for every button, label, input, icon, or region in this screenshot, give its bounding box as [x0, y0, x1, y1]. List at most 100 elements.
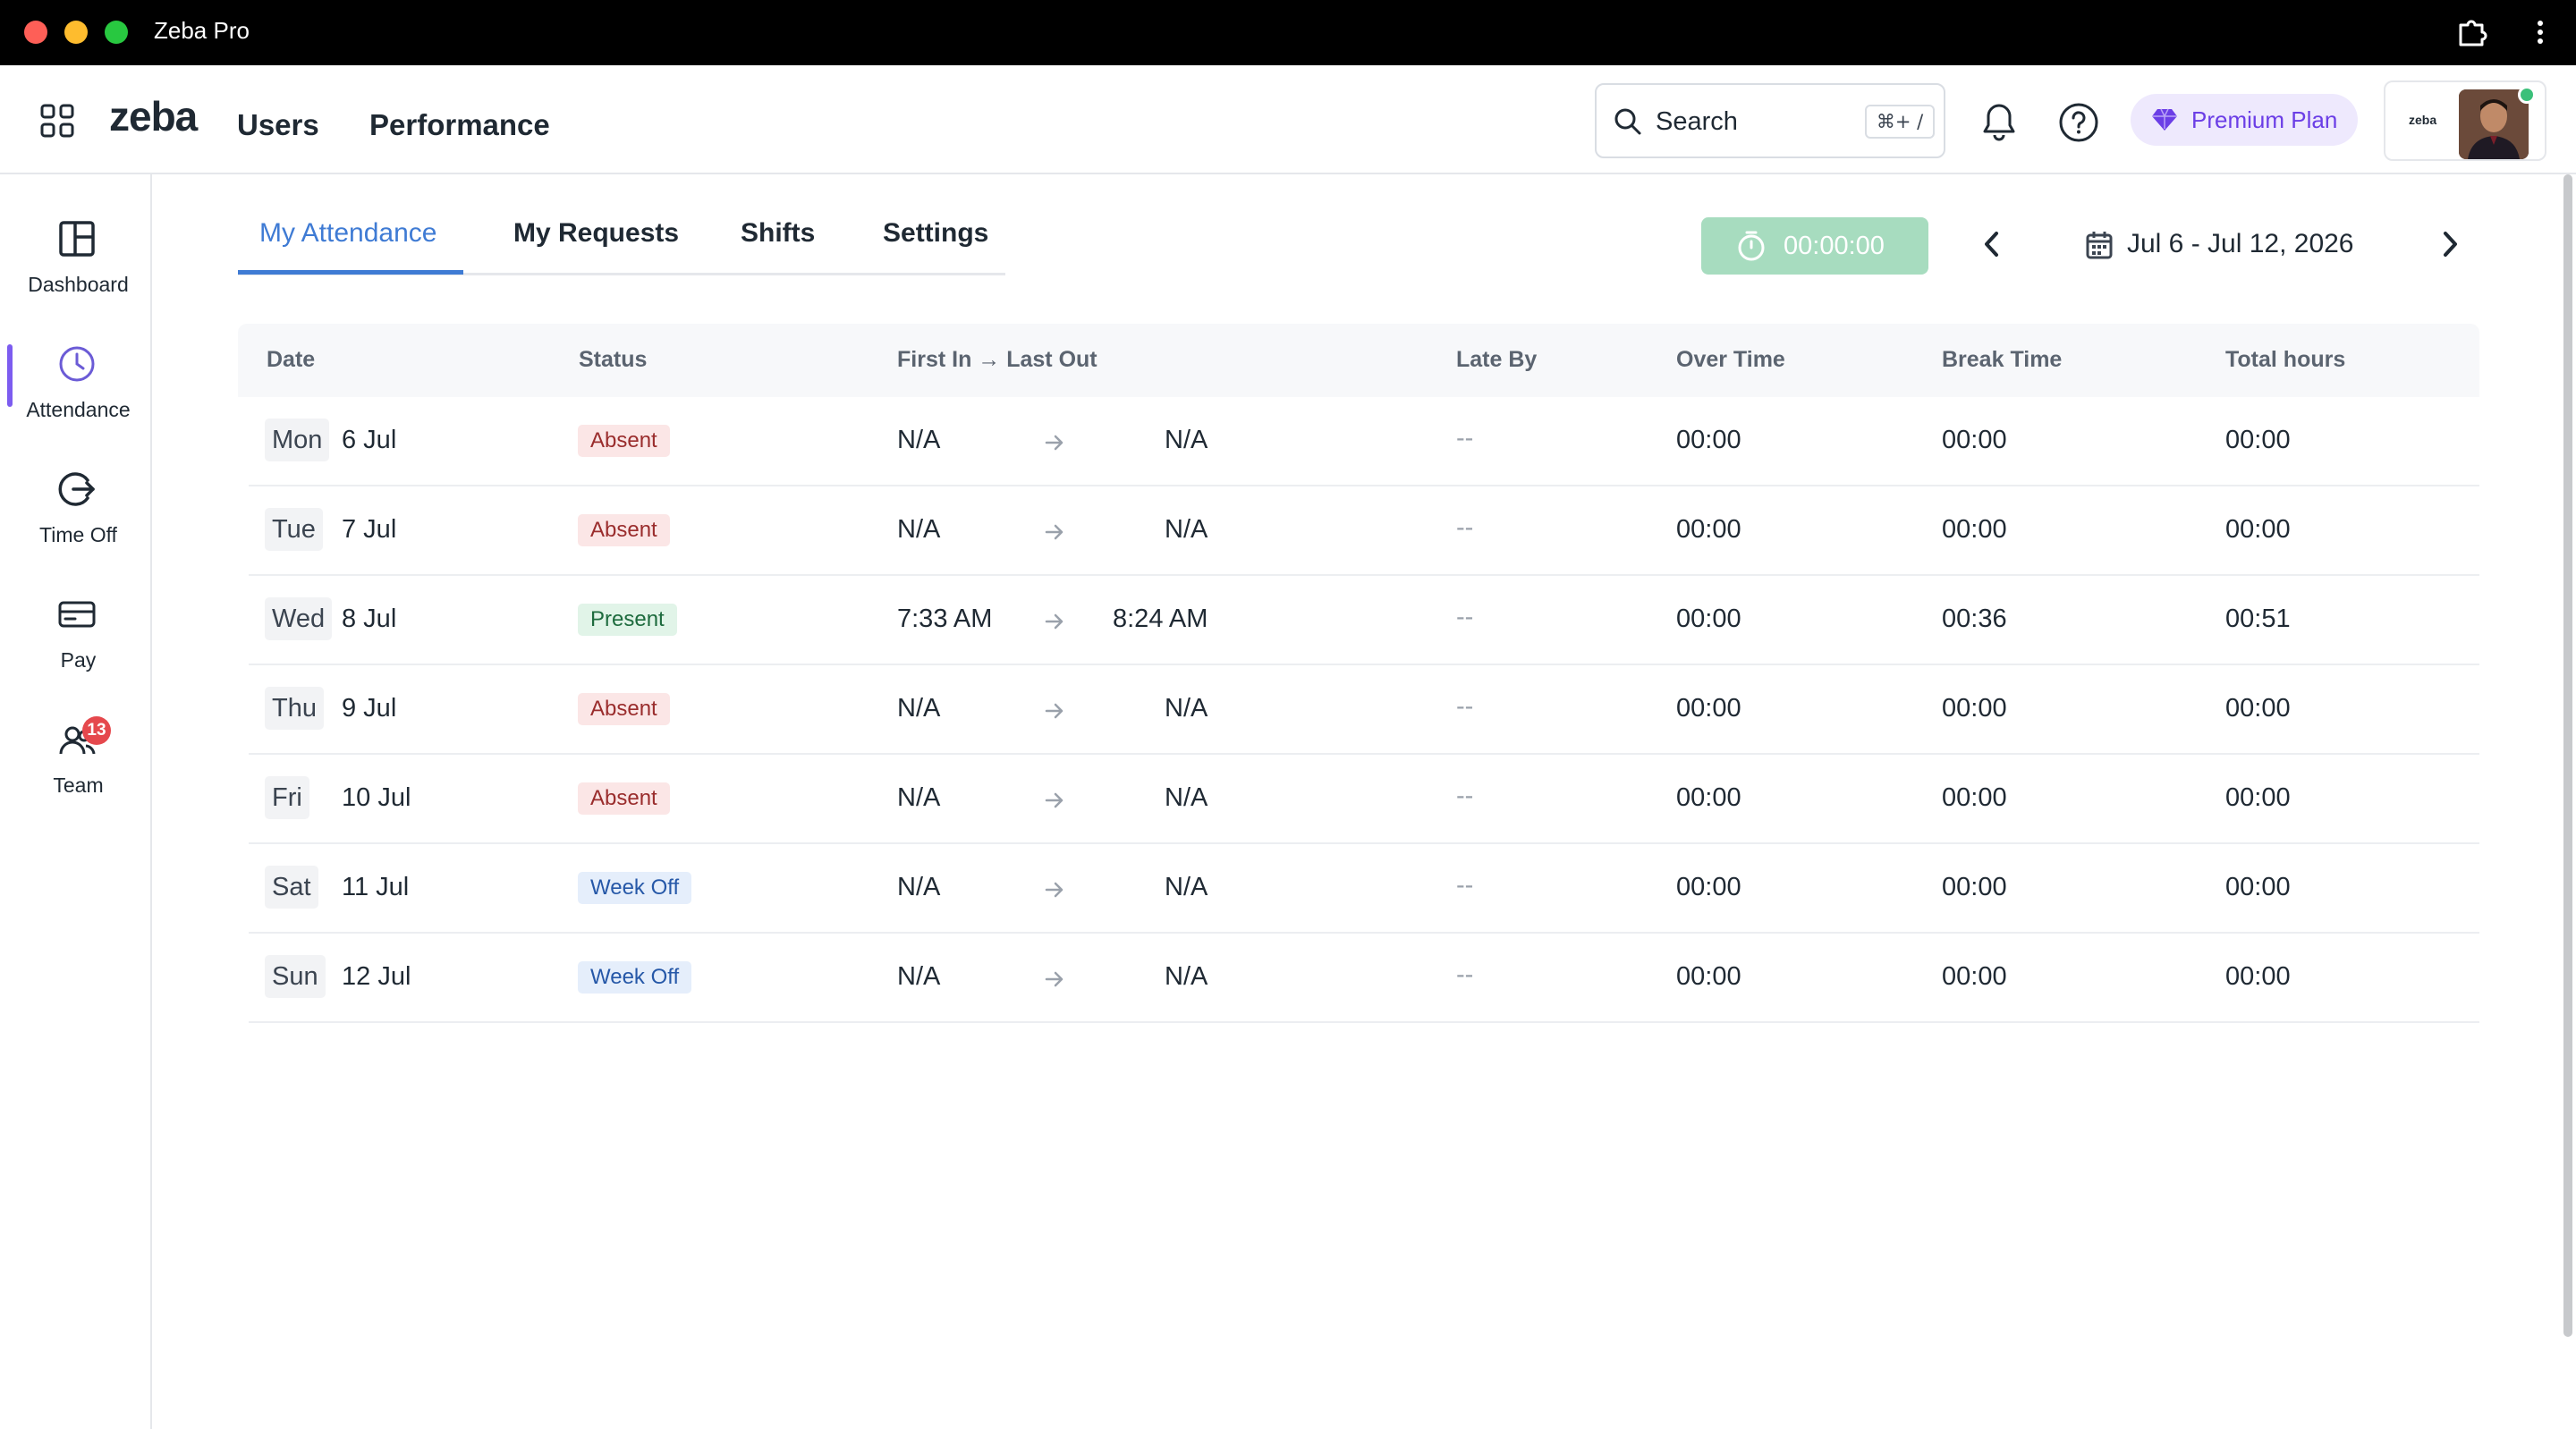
weekday-chip: Thu — [265, 687, 324, 730]
tab-shifts[interactable]: Shifts — [741, 218, 815, 249]
sidebar-item-pay[interactable]: Pay — [0, 577, 152, 675]
profile-menu[interactable]: zeba — [2384, 80, 2546, 161]
table-row[interactable]: Sun 12 Jul Week Off N/A N/A -- 00:00 00:00 00:00 — [249, 934, 2479, 1023]
calendar-icon — [2086, 232, 2113, 259]
first-in-cell: N/A — [897, 694, 941, 723]
last-out-cell: 8:24 AM — [1113, 605, 1208, 633]
diamond-icon — [2152, 108, 2177, 131]
first-in-cell: N/A — [897, 515, 941, 544]
active-tab-underline — [238, 270, 463, 275]
total-hours-cell: 00:00 — [2225, 426, 2291, 454]
date-range-label[interactable]: Jul 6 - Jul 12, 2026 — [2127, 229, 2354, 259]
arrow-right-icon — [1045, 613, 1063, 630]
attendance-tabs: My Attendance My Requests Shifts Setting… — [238, 206, 1005, 275]
first-in-cell: N/A — [897, 962, 941, 991]
window-titlebar: Zeba Pro — [0, 0, 2576, 65]
status-badge: Absent — [578, 782, 670, 815]
arrow-right-icon — [1045, 435, 1063, 451]
sidebar-item-team[interactable]: 13 Team — [0, 702, 152, 800]
status-badge: Absent — [578, 425, 670, 457]
sidebar-item-label: Time Off — [39, 523, 117, 546]
maximize-window-button[interactable] — [105, 21, 128, 44]
weekday-chip: Mon — [265, 419, 330, 461]
last-out-cell: N/A — [1165, 694, 1208, 723]
minimize-window-button[interactable] — [64, 21, 88, 44]
premium-plan-label: Premium Plan — [2191, 106, 2338, 133]
status-badge: Present — [578, 604, 677, 636]
late-by-cell: -- — [1456, 782, 1474, 810]
sidebar-item-time-off[interactable]: Time Off — [0, 452, 152, 550]
first-in-cell: N/A — [897, 783, 941, 812]
table-row[interactable]: Thu 9 Jul Absent N/A N/A -- 00:00 00:00 00:00 — [249, 665, 2479, 755]
weekday-chip: Fri — [265, 776, 309, 819]
notification-bell-icon[interactable] — [1979, 101, 2019, 142]
extension-icon[interactable] — [2455, 16, 2487, 48]
tab-my-attendance[interactable]: My Attendance — [259, 218, 436, 249]
arrow-right-icon — [1045, 703, 1063, 719]
zeba-logo[interactable]: zeba — [109, 92, 198, 140]
app-grid-icon[interactable] — [39, 103, 75, 139]
late-by-cell: -- — [1456, 603, 1474, 631]
column-header-total-hours: Total hours — [2225, 347, 2346, 372]
column-header-first-in-last-out: First In → Last Out — [897, 347, 1097, 372]
total-hours-cell: 00:00 — [2225, 962, 2291, 991]
arrow-right-icon — [1045, 971, 1063, 987]
late-by-cell: -- — [1456, 871, 1474, 900]
table-row[interactable]: Mon 6 Jul Absent N/A N/A -- 00:00 00:00 00:00 — [249, 397, 2479, 486]
late-by-cell: -- — [1456, 960, 1474, 989]
break-time-cell: 00:36 — [1942, 605, 2007, 633]
card-icon — [58, 601, 96, 628]
status-badge: Absent — [578, 514, 670, 546]
chevron-right-icon[interactable] — [2436, 229, 2463, 259]
sidebar-item-attendance[interactable]: Attendance — [0, 326, 152, 425]
over-time-cell: 00:00 — [1676, 515, 1741, 544]
search-shortcut-badge: ⌘+ / — [1865, 105, 1935, 139]
weekday-chip: Sun — [265, 955, 326, 998]
weekday-chip: Wed — [265, 597, 333, 640]
late-by-cell: -- — [1456, 513, 1474, 542]
sidebar-item-label: Dashboard — [28, 273, 129, 296]
late-by-cell: -- — [1456, 424, 1474, 452]
sidebar-item-dashboard[interactable]: Dashboard — [0, 201, 152, 300]
nav-performance-link[interactable]: Performance — [369, 108, 550, 142]
table-row[interactable]: Tue 7 Jul Absent N/A N/A -- 00:00 00:00 00:00 — [249, 486, 2479, 576]
table-row[interactable]: Fri 10 Jul Absent N/A N/A -- 00:00 00:00 00:00 — [249, 755, 2479, 844]
chevron-left-icon[interactable] — [1979, 229, 2005, 259]
last-out-cell: N/A — [1165, 873, 1208, 901]
help-icon[interactable] — [2058, 102, 2099, 143]
total-hours-cell: 00:00 — [2225, 515, 2291, 544]
table-row[interactable]: Sat 11 Jul Week Off N/A N/A -- 00:00 00:00 00:00 — [249, 844, 2479, 934]
over-time-cell: 00:00 — [1676, 605, 1741, 633]
break-time-cell: 00:00 — [1942, 426, 2007, 454]
total-hours-cell: 00:00 — [2225, 694, 2291, 723]
arrow-right-icon — [1045, 524, 1063, 540]
date-cell: 6 Jul — [342, 426, 397, 454]
table-row[interactable]: Wed 8 Jul Present 7:33 AM 8:24 AM -- 00:00 00:3… — [249, 576, 2479, 665]
nav-users-link[interactable]: Users — [237, 108, 319, 142]
app-header: zeba Users Performance Search ⌘+ / Premi… — [0, 65, 2576, 174]
premium-plan-button[interactable]: Premium Plan — [2131, 94, 2358, 146]
column-header-break-time: Break Time — [1942, 347, 2063, 372]
last-out-cell: N/A — [1165, 426, 1208, 454]
total-hours-cell: 00:00 — [2225, 783, 2291, 812]
date-cell: 9 Jul — [342, 694, 397, 723]
search-placeholder: Search — [1656, 107, 1738, 136]
first-in-cell: N/A — [897, 873, 941, 901]
break-time-cell: 00:00 — [1942, 962, 2007, 991]
close-window-button[interactable] — [24, 21, 47, 44]
date-cell: 12 Jul — [342, 962, 411, 991]
sidebar-item-label: Team — [53, 774, 104, 797]
scrollbar[interactable] — [2563, 174, 2572, 1337]
over-time-cell: 00:00 — [1676, 694, 1741, 723]
over-time-cell: 00:00 — [1676, 426, 1741, 454]
clock-in-timer-button[interactable]: 00:00:00 — [1701, 217, 1928, 275]
break-time-cell: 00:00 — [1942, 694, 2007, 723]
tab-settings[interactable]: Settings — [883, 218, 988, 249]
date-cell: 10 Jul — [342, 783, 411, 812]
dashboard-icon — [59, 221, 95, 257]
status-badge: Absent — [578, 693, 670, 725]
search-input[interactable]: Search ⌘+ / — [1595, 83, 1945, 158]
more-options-icon[interactable] — [2529, 16, 2551, 48]
status-badge: Week Off — [578, 872, 692, 904]
tab-my-requests[interactable]: My Requests — [513, 218, 679, 249]
